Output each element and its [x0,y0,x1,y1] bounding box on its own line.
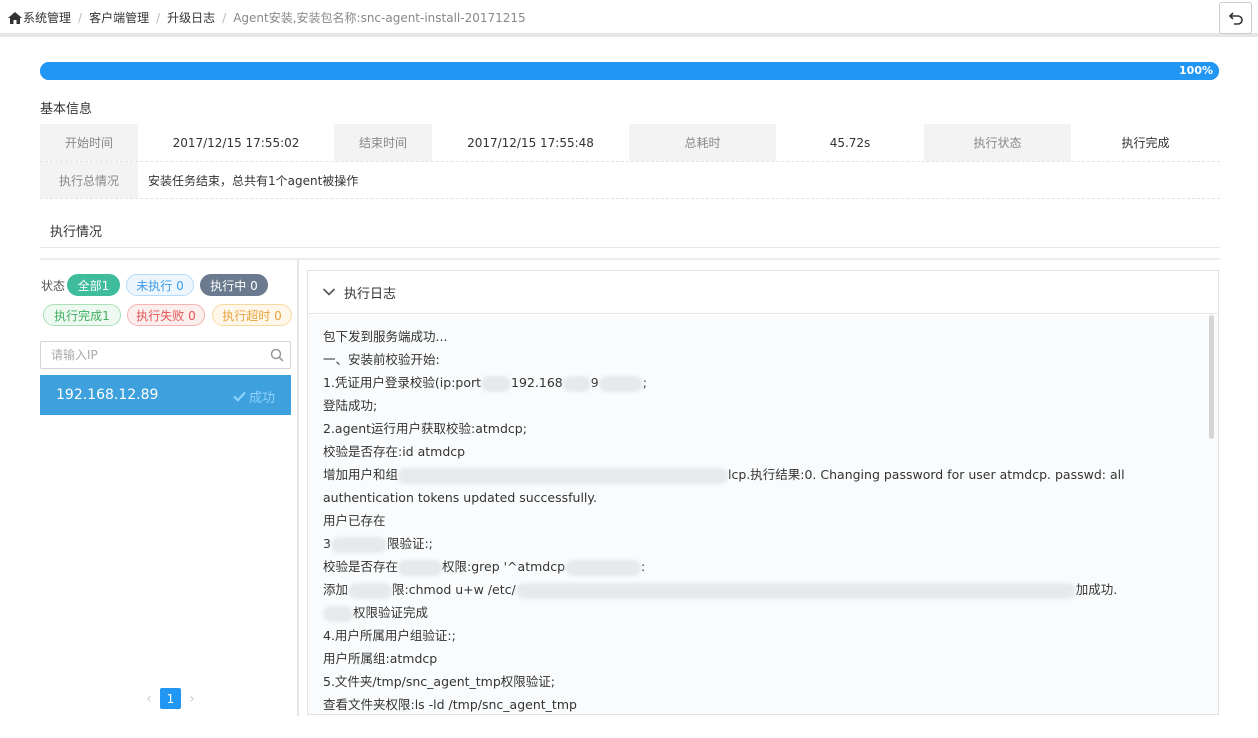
column-divider [297,260,299,716]
log-line: 登陆成功; [323,398,378,413]
host-list-item[interactable]: 192.168.12.89 成功 [40,375,297,415]
next-page-icon[interactable]: › [183,689,201,709]
log-text: 3 [323,536,331,551]
divider [40,247,1220,248]
log-line: 校验是否存在:id atmdcp [323,444,466,459]
redacted-block [598,375,643,392]
progress-label: 100% [1179,64,1213,77]
breadcrumb-upgrade-log[interactable]: 升级日志 [167,9,215,26]
log-text: 权限验证完成 [353,605,429,620]
log-panel: 执行日志 包下发到服务端成功... 一、安装前校验开始: 1.凭证用户登录校验(… [307,270,1219,715]
summary-value: 安装任务结束，总共有1个agent被操作 [148,173,359,188]
log-text: 限验证:; [386,536,433,551]
basic-info-table: 开始时间 2017/12/15 17:55:02 结束时间 2017/12/15… [40,124,1220,199]
info-row: 执行总情况 安装任务结束，总共有1个agent被操作 [40,162,1220,199]
log-text: 权限:grep '^atmdcp [442,559,566,574]
home-icon[interactable] [8,11,22,24]
log-line: 增加用户和组 lcp.执行结果:0. Changing password for … [323,463,1203,509]
log-text: 192.168 [511,375,563,390]
breadcrumb-current: Agent安装,安装包名称:snc-agent-install-20171215 [233,11,526,25]
log-text: 9 [590,375,599,390]
back-button[interactable] [1219,2,1252,34]
filter-timeout[interactable]: 执行超时 0 [212,304,292,326]
redacted-block [515,582,1076,599]
redacted-block [348,582,393,599]
breadcrumb: 系统管理 / 客户端管理 / 升级日志 / Agent安装,安装包名称:snc-… [8,9,526,26]
host-state: 成功 [233,387,275,406]
execution-title: 执行情况 [50,225,103,240]
redacted-block [330,536,387,553]
breadcrumb-separator: / [156,10,161,25]
exec-status-label: 执行状态 [924,124,1071,161]
undo-icon [1228,11,1243,25]
breadcrumb-client[interactable]: 客户端管理 [89,9,149,26]
start-time-value: 2017/12/15 17:55:02 [172,135,300,150]
breadcrumb-separator: / [78,10,83,25]
host-ip: 192.168.12.89 [56,387,159,403]
page-number[interactable]: 1 [160,688,181,709]
check-icon [233,391,246,402]
selected-arrow [291,389,297,401]
log-line: 用户已存在 [323,513,386,528]
start-time-label: 开始时间 [40,124,138,161]
prev-page-icon[interactable]: ‹ [140,689,158,709]
host-state-label: 成功 [248,391,275,406]
log-text: 校验是否存在 [323,559,399,574]
redacted-block [398,467,729,484]
search-icon[interactable] [270,348,284,362]
log-line: 4.用户所属用户组验证:; [323,628,456,643]
log-line: 3 限验证:; [323,532,1204,555]
progress-fill [40,62,1219,80]
redacted-block [481,375,512,392]
log-text: : [641,559,646,574]
ip-search-box [40,341,291,369]
log-line: 查看文件夹权限:ls -ld /tmp/snc_agent_tmp [323,697,577,712]
pagination: ‹ 1 › [140,688,201,709]
breadcrumb-separator: / [222,10,227,25]
log-line: 添加 限:chmod u+w /etc/加成功. [323,578,1204,601]
summary-label: 执行总情况 [40,162,138,198]
redacted-block [398,559,443,576]
redacted-block [562,375,591,392]
log-line: 包下发到服务端成功... [323,329,448,344]
log-text: 1.凭证用户登录校验(ip:port [323,375,482,390]
breadcrumb-system[interactable]: 系统管理 [23,9,71,26]
ip-search-input[interactable] [41,342,261,368]
progress-bar: 100% [40,62,1219,80]
log-line: 2.agent运行用户获取校验:atmdcp; [323,421,527,436]
redacted-block [565,559,642,576]
filter-all[interactable]: 全部1 [67,274,120,296]
log-line: 5.文件夹/tmp/snc_agent_tmp权限验证; [323,674,556,689]
log-panel-header[interactable]: 执行日志 [308,271,1218,314]
basic-info-title: 基本信息 [40,102,93,117]
redacted-block [323,605,353,622]
end-time-value: 2017/12/15 17:55:48 [467,135,594,150]
end-time-label: 结束时间 [334,124,432,161]
divider [40,258,1220,260]
log-line: 一、安装前校验开始: [323,352,440,367]
filter-running[interactable]: 执行中 0 [200,274,268,296]
log-line: 校验是否存在 权限:grep '^atmdcp: [323,555,1204,578]
top-bar: 系统管理 / 客户端管理 / 升级日志 / Agent安装,安装包名称:snc-… [0,0,1258,37]
log-text: 添加 [323,582,349,597]
log-text: 限:chmod u+w /etc/ [392,582,516,597]
log-line: 权限验证完成 [323,601,1204,624]
duration-label: 总耗时 [629,124,776,161]
log-line: 1.凭证用户登录校验(ip:port 192.168 9; [323,371,1204,394]
log-content: 包下发到服务端成功... 一、安装前校验开始: 1.凭证用户登录校验(ip:po… [308,315,1218,714]
chevron-down-icon [322,288,336,296]
info-row: 开始时间 2017/12/15 17:55:02 结束时间 2017/12/15… [40,124,1220,162]
log-text: 加成功. [1075,582,1118,597]
filter-pending[interactable]: 未执行 0 [126,274,194,296]
log-text: ; [642,375,647,390]
duration-value: 45.72s [829,135,871,150]
filter-done[interactable]: 执行完成1 [43,304,121,326]
log-line: 用户所属组:atmdcp [323,651,438,666]
log-text: 增加用户和组 [323,467,399,482]
exec-status-value: 执行完成 [1121,136,1170,150]
status-filter-label: 状态 [41,279,66,293]
filter-fail[interactable]: 执行失败 0 [127,304,205,326]
log-panel-title: 执行日志 [344,286,397,302]
log-scrollbar[interactable] [1209,315,1214,439]
